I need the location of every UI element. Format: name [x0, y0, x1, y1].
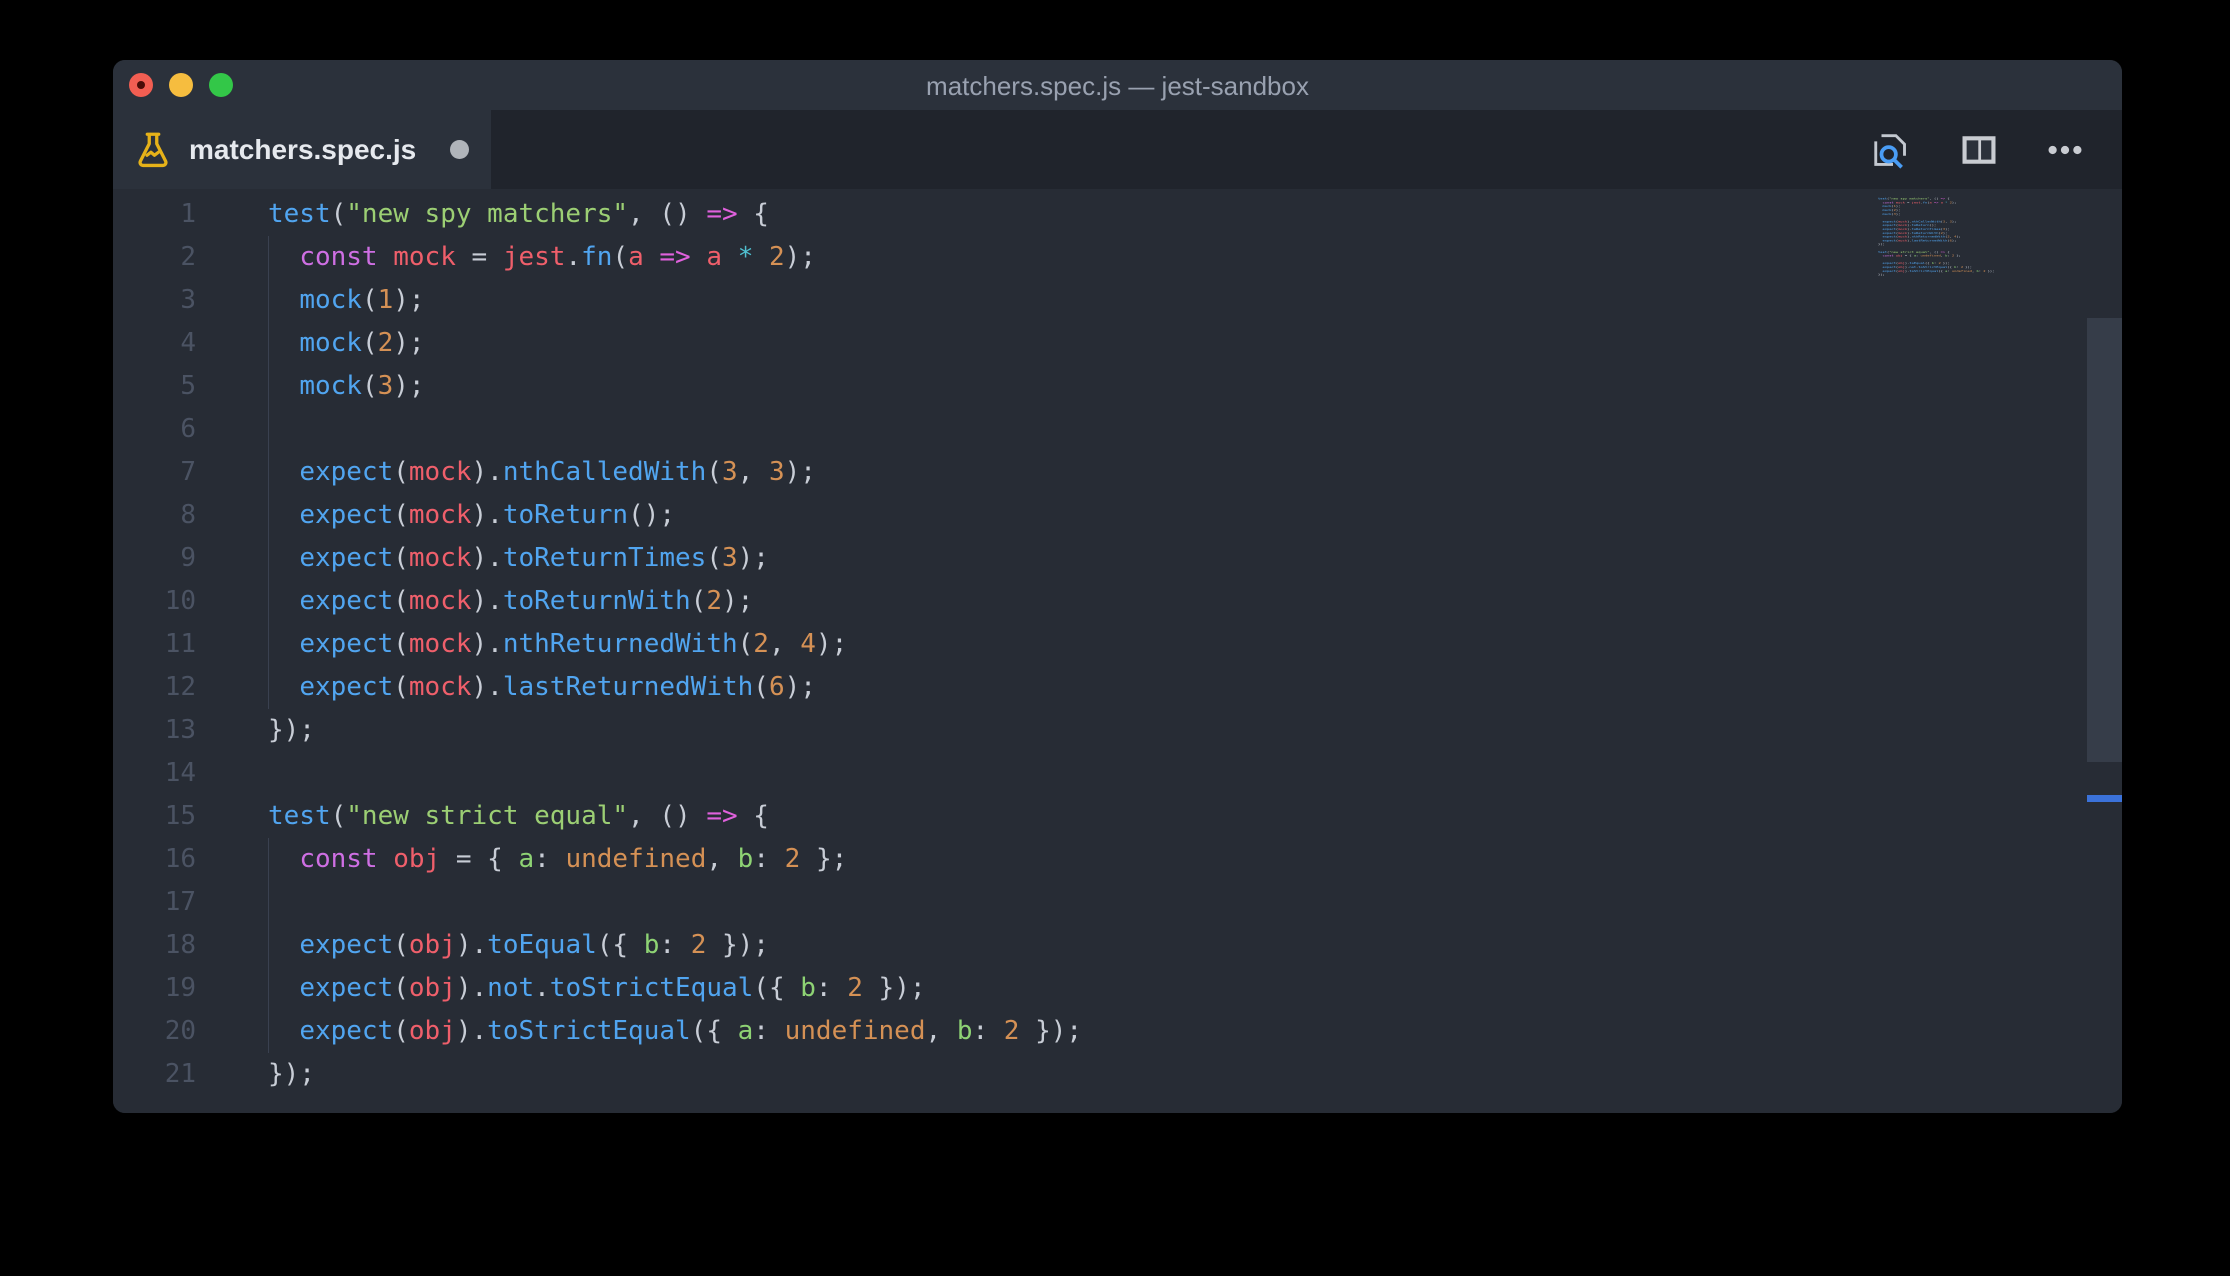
- tab-matchers-spec-js[interactable]: matchers.spec.js: [113, 110, 491, 189]
- tab-label: matchers.spec.js: [189, 133, 417, 165]
- code-line: expect(mock).toReturnTimes(3);: [299, 543, 769, 573]
- line-number: 8: [180, 500, 196, 530]
- code-line: test("new spy matchers", () => {: [268, 199, 769, 229]
- flask-test-icon: [135, 130, 171, 170]
- minimap-code: test("new spy matchers", () => { const m…: [1878, 197, 1994, 277]
- tab-bar: matchers.spec.js: [113, 110, 2122, 189]
- overview-ruler-marker: [2087, 795, 2122, 802]
- split-editor-icon[interactable]: [1956, 127, 2002, 173]
- code-line: expect(mock).toReturn();: [299, 500, 676, 530]
- line-number: 15: [164, 801, 196, 831]
- code-line: mock(1);: [299, 285, 425, 315]
- modified-dot[interactable]: [450, 140, 469, 159]
- window-title: matchers.spec.js — jest-sandbox: [926, 71, 1309, 101]
- code-line: expect(mock).lastReturnedWith(6);: [299, 672, 816, 702]
- vertical-scrollbar: [2087, 318, 2122, 1113]
- code-line: expect(mock).nthCalledWith(3, 3);: [299, 457, 816, 487]
- scrollbar-thumb[interactable]: [2087, 318, 2122, 762]
- editor-window: matchers.spec.js — jest-sandbox matchers…: [113, 60, 2122, 1113]
- line-number: 6: [180, 414, 196, 444]
- line-number: 9: [180, 543, 196, 573]
- line-number: 13: [164, 715, 196, 745]
- line-number: 4: [180, 328, 196, 358]
- code-line: });: [268, 1059, 315, 1089]
- line-number: 20: [164, 1016, 196, 1046]
- code-line: expect(obj).not.toStrictEqual({ b: 2 });: [299, 973, 926, 1003]
- line-number: 2: [180, 242, 196, 272]
- code-line: const obj = { a: undefined, b: 2 };: [1882, 254, 1961, 258]
- indent-guide: [268, 236, 269, 709]
- line-number: 1: [180, 199, 196, 229]
- code-line: mock(2);: [299, 328, 425, 358]
- code-content: test("new spy matchers", () => { const m…: [268, 193, 1082, 1096]
- indent-guide: [268, 838, 269, 1053]
- line-number: 17: [164, 887, 196, 917]
- code-line: const mock = jest.fn(a => a * 2);: [299, 242, 816, 272]
- line-number: 16: [164, 844, 196, 874]
- title-bar: matchers.spec.js — jest-sandbox: [113, 60, 2122, 110]
- code-editor[interactable]: 1 2 3 4 5 6 7 8 9 10 11 12 13 14 15 16 17 18 19 20 21 test("…: [113, 189, 2122, 1113]
- line-number: 14: [164, 758, 196, 788]
- line-number: 18: [164, 930, 196, 960]
- line-number: 7: [180, 457, 196, 487]
- code-line: expect(mock).nthReturnedWith(2, 4);: [299, 629, 848, 659]
- line-number-gutter: 1 2 3 4 5 6 7 8 9 10 11 12 13 14 15 16 17 18 19 20 21: [113, 193, 196, 1096]
- line-number: 10: [164, 586, 196, 616]
- code-line: const obj = { a: undefined, b: 2 };: [299, 844, 848, 874]
- line-number: 3: [180, 285, 196, 315]
- more-actions-icon[interactable]: [2042, 127, 2088, 173]
- line-number: 12: [164, 672, 196, 702]
- code-line: });: [1878, 273, 1885, 277]
- tab-actions: [1870, 110, 2122, 189]
- code-line: });: [268, 715, 315, 745]
- line-number: 19: [164, 973, 196, 1003]
- minimap[interactable]: test("new spy matchers", () => { const m…: [1878, 197, 2088, 377]
- code-line: expect(mock).toReturnWith(2);: [299, 586, 754, 616]
- open-changes-icon[interactable]: [1870, 127, 1916, 173]
- line-number: 5: [180, 371, 196, 401]
- line-number: 11: [164, 629, 196, 659]
- line-number: 21: [164, 1059, 196, 1089]
- code-line: expect(obj).toEqual({ b: 2 });: [299, 930, 769, 960]
- code-line: test("new strict equal", () => {: [268, 801, 769, 831]
- code-line: expect(obj).toStrictEqual({ a: undefined…: [299, 1016, 1083, 1046]
- code-line: mock(3);: [299, 371, 425, 401]
